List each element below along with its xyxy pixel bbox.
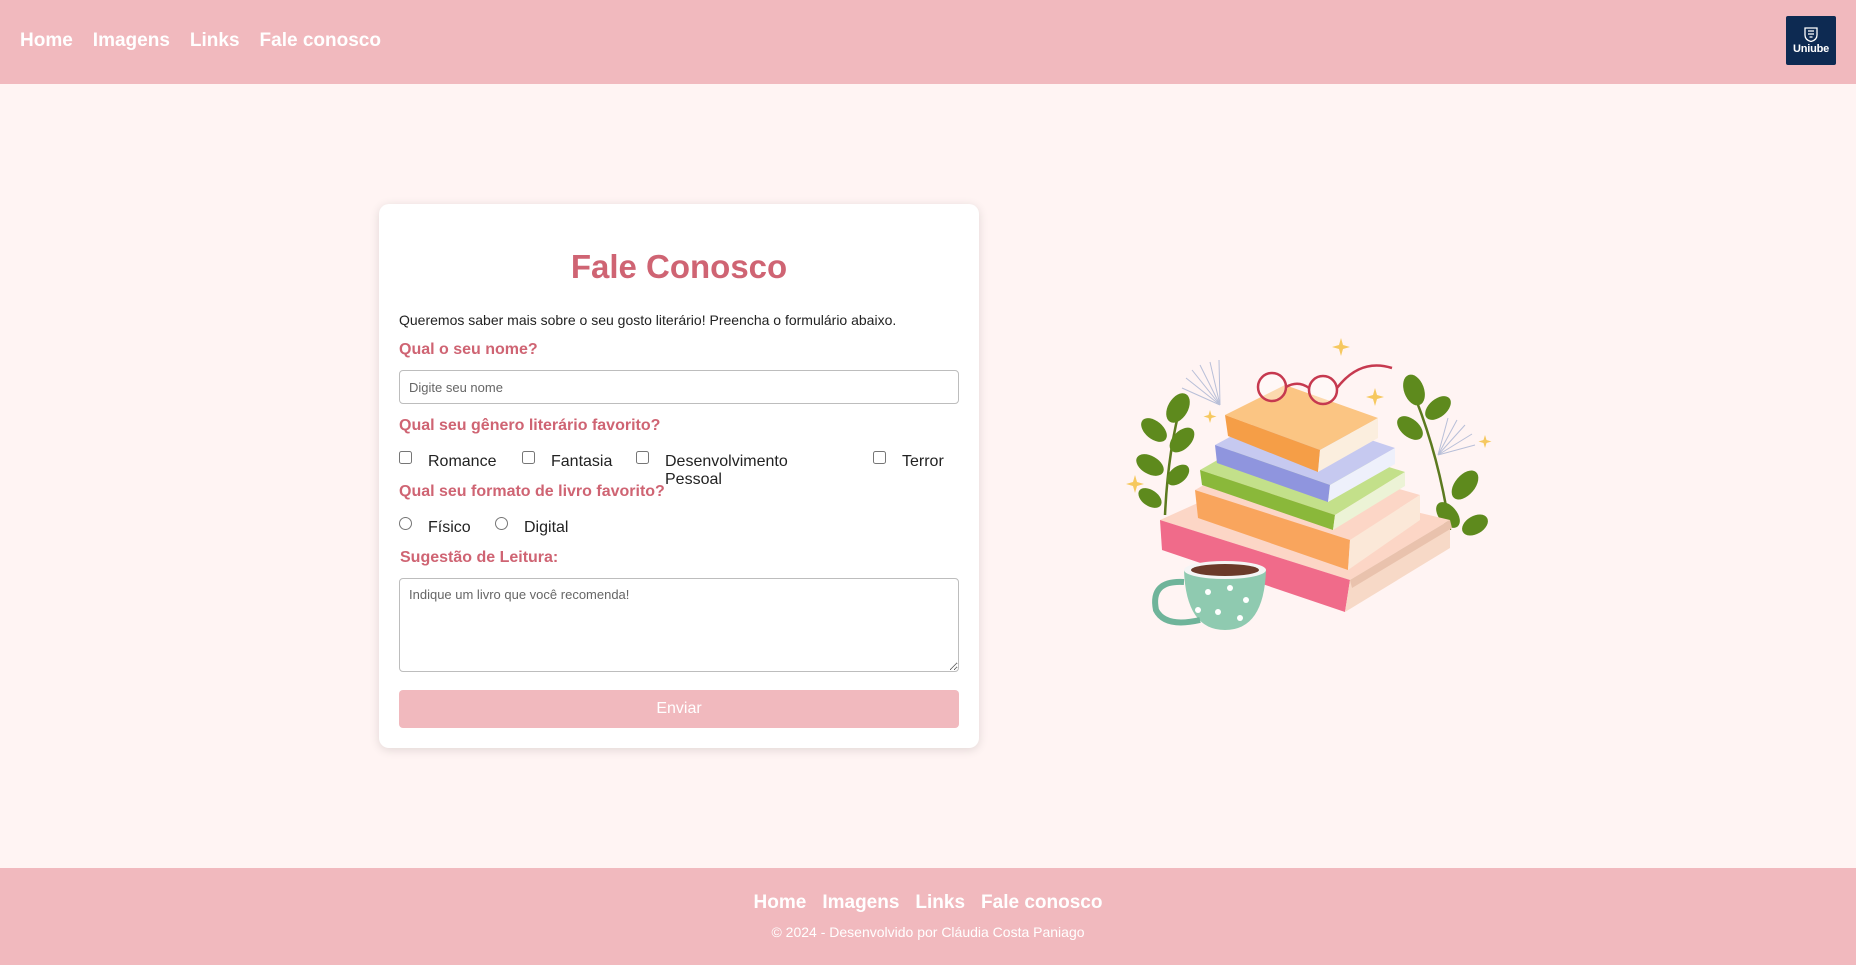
footer-nav-imagens[interactable]: Imagens bbox=[822, 892, 899, 914]
crest-icon bbox=[1804, 27, 1818, 42]
genre-checkbox-romance[interactable] bbox=[399, 451, 412, 464]
footer-nav: Home Imagens Links Fale conosco bbox=[0, 892, 1856, 914]
format-radio-digital[interactable] bbox=[495, 517, 508, 530]
submit-button[interactable]: Enviar bbox=[399, 690, 959, 728]
contact-form-card: Fale Conosco Queremos saber mais sobre o… bbox=[379, 204, 979, 748]
genre-label: Fantasia bbox=[551, 453, 613, 470]
main-nav: Home Imagens Links Fale conosco bbox=[20, 30, 381, 52]
nav-fale-conosco[interactable]: Fale conosco bbox=[260, 30, 381, 52]
format-option-fisico[interactable]: Físico bbox=[399, 514, 471, 537]
nav-home[interactable]: Home bbox=[20, 30, 73, 52]
genre-option-romance[interactable]: Romance bbox=[399, 448, 496, 471]
genre-checkbox-desenvolvimento-pessoal[interactable] bbox=[636, 451, 649, 464]
top-header: Home Imagens Links Fale conosco Uniube bbox=[0, 0, 1856, 84]
form-title: Fale Conosco bbox=[570, 248, 788, 285]
genre-checkbox-fantasia[interactable] bbox=[522, 451, 535, 464]
name-input[interactable] bbox=[399, 370, 959, 404]
genre-option-fantasia[interactable]: Fantasia bbox=[522, 448, 612, 471]
format-option-digital[interactable]: Digital bbox=[495, 514, 568, 537]
footer-nav-fale-conosco[interactable]: Fale conosco bbox=[981, 892, 1102, 914]
format-question: Qual seu formato de livro favorito? bbox=[399, 483, 665, 500]
nav-links[interactable]: Links bbox=[190, 30, 240, 52]
logo-text: Uniube bbox=[1792, 43, 1830, 55]
uniube-logo[interactable]: Uniube bbox=[1786, 16, 1836, 65]
genre-label: Romance bbox=[428, 453, 497, 470]
genre-option-terror[interactable]: Terror bbox=[873, 448, 944, 471]
name-question: Qual o seu nome? bbox=[399, 341, 538, 358]
suggestion-label: Sugestão de Leitura: bbox=[400, 549, 559, 566]
genre-label: Desenvolvimento Pessoal bbox=[665, 453, 788, 488]
format-radio-fisico[interactable] bbox=[399, 517, 412, 530]
nav-imagens[interactable]: Imagens bbox=[93, 30, 170, 52]
footer: Home Imagens Links Fale conosco © 2024 -… bbox=[0, 868, 1856, 965]
suggestion-textarea[interactable] bbox=[399, 578, 959, 672]
genre-label: Terror bbox=[902, 453, 944, 470]
genre-question: Qual seu gênero literário favorito? bbox=[399, 417, 661, 434]
form-intro: Queremos saber mais sobre o seu gosto li… bbox=[399, 312, 897, 328]
footer-nav-links[interactable]: Links bbox=[915, 892, 965, 914]
copyright-text: © 2024 - Desenvolvido por Cláudia Costa … bbox=[771, 924, 1085, 940]
format-label: Físico bbox=[428, 519, 471, 536]
footer-nav-home[interactable]: Home bbox=[754, 892, 807, 914]
books-illustration bbox=[1126, 338, 1492, 630]
format-label: Digital bbox=[524, 519, 569, 536]
genre-checkbox-terror[interactable] bbox=[873, 451, 886, 464]
